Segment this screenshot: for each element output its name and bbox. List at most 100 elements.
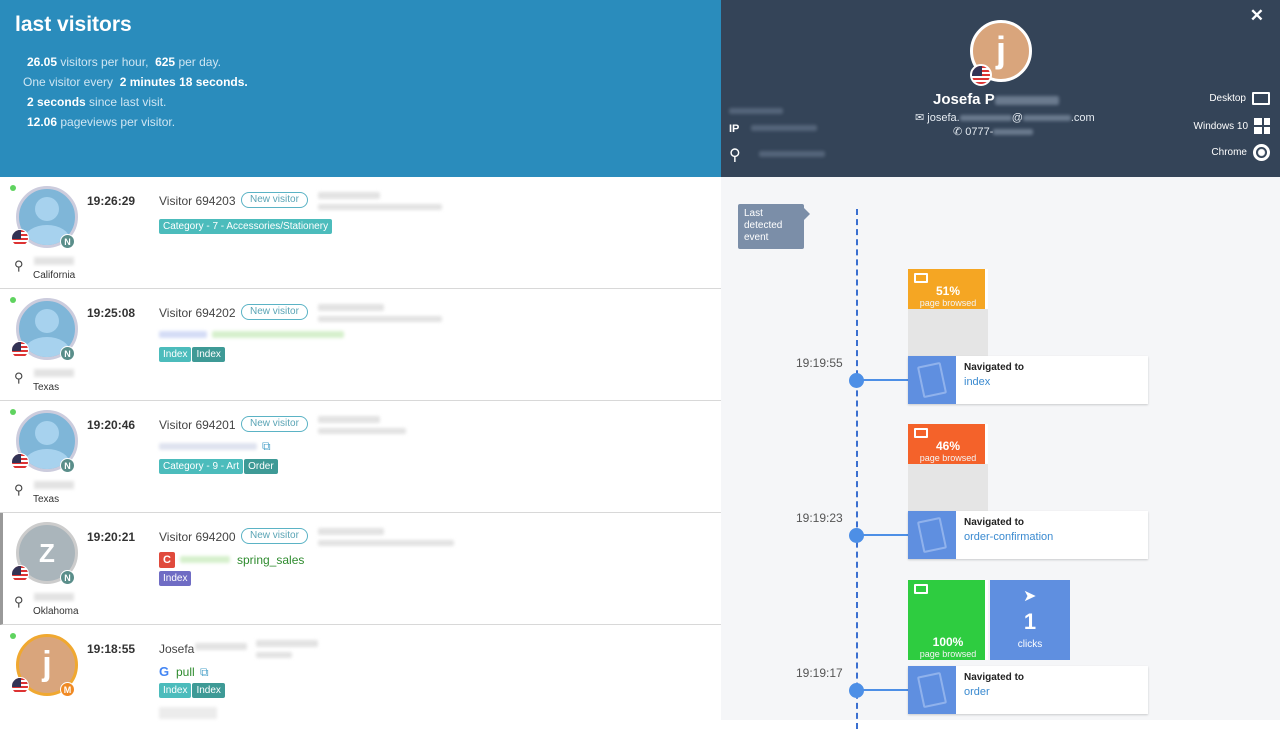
page-tag[interactable]: Index xyxy=(192,347,225,362)
visitor-city: California xyxy=(33,270,76,281)
page-tag[interactable]: Category - 9 - Art xyxy=(159,459,244,474)
blurred-surname xyxy=(195,643,247,650)
visitor-name[interactable]: Visitor 694203 xyxy=(159,194,236,208)
visit-time: 19:20:21 xyxy=(87,530,136,544)
event-time: 19:19:17 xyxy=(796,666,843,680)
close-icon[interactable]: ✕ xyxy=(1250,6,1264,26)
stat-label: per day. xyxy=(175,55,221,69)
blurred-ip xyxy=(318,304,384,311)
page-tag[interactable]: Category - 7 - Accessories/Stationery xyxy=(159,219,333,234)
visitor-name[interactable]: Visitor 694202 xyxy=(159,306,236,320)
page-link[interactable]: order xyxy=(964,686,990,698)
visitor-row[interactable]: N ⚲ California 19:26:29 Visitor 694203 N… xyxy=(0,177,721,289)
ip-label: IP xyxy=(729,123,740,135)
blurred-text xyxy=(34,257,74,265)
blurred-ip xyxy=(318,416,380,423)
document-icon xyxy=(908,356,956,404)
visitor-row[interactable]: j M 19:18:55 Josefa G pull ⧉ Index Index xyxy=(0,625,721,725)
visit-timeline: Last detected event 51% page browsed 19:… xyxy=(721,177,1280,729)
page-tags: Index xyxy=(159,571,192,586)
page-tag[interactable]: Index xyxy=(159,683,192,698)
external-link-icon[interactable]: ⧉ xyxy=(200,665,209,680)
page-browsed-bar: 51% page browsed xyxy=(908,269,988,309)
document-icon xyxy=(908,666,956,714)
profile-header: ✕ j IP ⚲ Josefa P ✉ josefa. @ .com ✆ 0777-… xyxy=(721,0,1280,177)
referrer-keyword[interactable]: pull xyxy=(176,665,195,679)
blurred-ip xyxy=(318,192,380,199)
page-tags: Index Index xyxy=(159,347,225,362)
blurred-ip xyxy=(318,528,384,535)
timeline-line xyxy=(856,209,858,729)
cursor-icon: ➤ xyxy=(1023,588,1037,605)
blurred-ip xyxy=(751,125,817,131)
page-tags: Category - 9 - Art Order xyxy=(159,459,278,474)
percent-browsed: 46% xyxy=(935,439,961,453)
profile-name: Josefa P xyxy=(933,91,1059,108)
campaign-icon: C xyxy=(159,552,175,568)
navigated-to-label: Navigated to xyxy=(964,517,1025,528)
visitor-type-badge: N xyxy=(60,570,75,585)
profile-email[interactable]: ✉ josefa. @ .com xyxy=(915,111,1095,124)
visitor-row[interactable]: N ⚲ Texas 19:25:08 Visitor 694202 New vi… xyxy=(0,289,721,401)
desktop-icon xyxy=(914,273,928,283)
desktop-icon xyxy=(914,428,928,438)
blurred-surname xyxy=(994,95,1059,105)
timeline-connector xyxy=(863,534,909,536)
navigated-to-label: Navigated to xyxy=(964,672,1025,683)
location-pin-icon: ⚲ xyxy=(14,258,24,273)
campaign-name[interactable]: spring_sales xyxy=(237,553,304,567)
external-link-icon[interactable]: ⧉ xyxy=(262,439,271,454)
stat-label: pageviews per visitor. xyxy=(57,115,176,129)
visitor-type-badge: N xyxy=(60,346,75,361)
visitor-row[interactable]: Z N ⚲ Oklahoma 19:20:21 Visitor 694200 N… xyxy=(0,513,721,625)
blurred-isp xyxy=(318,204,442,210)
blurred-ip xyxy=(256,640,318,647)
visitor-detail-panel: ✕ j IP ⚲ Josefa P ✉ josefa. @ .com ✆ 0777-… xyxy=(721,0,1280,729)
visitor-city: Texas xyxy=(33,382,60,393)
location-pin-icon: ⚲ xyxy=(729,147,741,164)
location-pin-icon: ⚲ xyxy=(14,370,24,385)
desktop-icon xyxy=(914,584,928,594)
page-tag[interactable]: Index xyxy=(159,347,192,362)
clicks-block: ➤ 1 clicks xyxy=(990,580,1070,660)
percent-browsed: 51% xyxy=(935,284,961,298)
device-info: Desktop xyxy=(1209,92,1270,105)
us-flag-icon xyxy=(11,565,29,583)
page-tag[interactable]: Index xyxy=(192,683,225,698)
stat-label: visitors per hour, xyxy=(57,55,149,69)
navigation-event: Navigated to index xyxy=(908,356,1148,404)
pageviews-per-visitor: 12.06 xyxy=(27,115,58,129)
visitor-row[interactable]: N ⚲ Texas 19:20:46 Visitor 694201 New vi… xyxy=(0,401,721,513)
us-flag-icon xyxy=(11,341,29,359)
online-indicator xyxy=(10,185,16,191)
blurred-phone xyxy=(993,129,1034,135)
visitor-name[interactable]: Josefa xyxy=(159,642,194,656)
us-flag-icon xyxy=(11,453,29,471)
visit-time: 19:20:46 xyxy=(87,418,136,432)
visit-time: 19:25:08 xyxy=(87,306,136,320)
document-icon xyxy=(908,511,956,559)
page-tag[interactable]: Index xyxy=(159,571,192,586)
email-prefix: josefa. xyxy=(927,112,960,124)
profile-first-name: Josefa P xyxy=(933,91,995,108)
chrome-icon xyxy=(1253,144,1270,161)
page-tags: Index Index xyxy=(159,683,225,698)
us-flag-icon xyxy=(11,677,29,695)
blurred-company xyxy=(729,108,783,114)
blurred-domain xyxy=(1022,115,1071,121)
timeline-dot xyxy=(849,683,864,698)
visitor-list: N ⚲ California 19:26:29 Visitor 694203 N… xyxy=(0,177,721,725)
desktop-icon xyxy=(1252,92,1270,105)
page-tag[interactable]: Order xyxy=(244,459,278,474)
google-icon: G xyxy=(159,664,170,679)
os-label: Windows 10 xyxy=(1193,120,1248,132)
visitor-name[interactable]: Visitor 694200 xyxy=(159,530,236,544)
stat-label: One visitor every xyxy=(23,75,114,89)
page-browsed-block: 46% page browsed xyxy=(908,424,988,512)
visitor-name[interactable]: Visitor 694201 xyxy=(159,418,236,432)
online-indicator xyxy=(10,409,16,415)
page-link[interactable]: index xyxy=(964,376,990,388)
blurred-email xyxy=(959,115,1012,121)
page-link[interactable]: order-confirmation xyxy=(964,531,1053,543)
location-pin-icon: ⚲ xyxy=(14,482,24,497)
